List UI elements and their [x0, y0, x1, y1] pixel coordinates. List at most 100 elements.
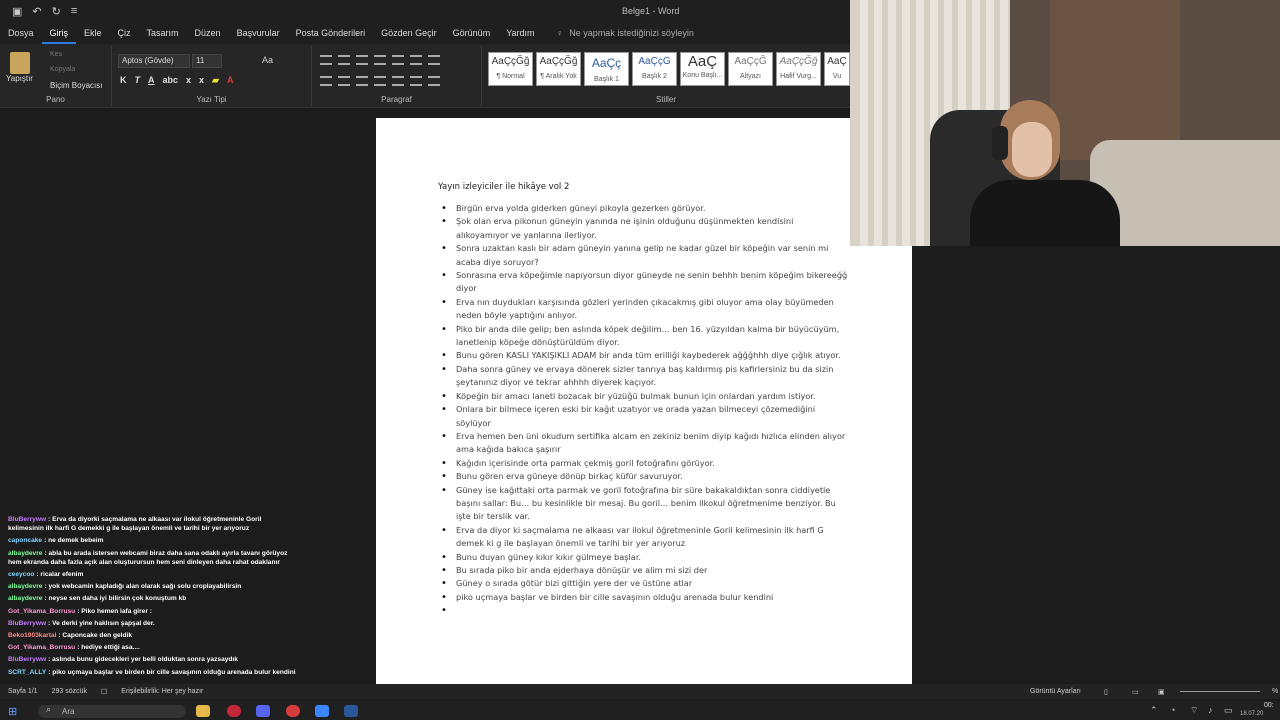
save-icon[interactable]: ▣: [12, 5, 22, 18]
tab-basvurular[interactable]: Başvurular: [229, 22, 288, 44]
accessibility-status[interactable]: Erişilebilirlik: Her şey hazır: [121, 688, 203, 695]
list-item[interactable]: Erva hemen ben üni okudum sertifika alca…: [441, 430, 848, 457]
document-page[interactable]: Yayın izleyiciler ile hikâye vol 2 Birgü…: [376, 118, 912, 684]
style-subtitle[interactable]: AaÇçĞ Altyazı: [728, 52, 773, 86]
zoom-slider[interactable]: [1180, 691, 1260, 692]
font-name-select[interactable]: Aptos (Gövde): [118, 54, 190, 68]
align-right-icon[interactable]: [356, 76, 368, 86]
tab-ekle[interactable]: Ekle: [76, 22, 110, 44]
tab-gorunum[interactable]: Görünüm: [445, 22, 499, 44]
list-item[interactable]: Sonra uzaktan kaslı bir adam güneyin yan…: [441, 242, 848, 269]
clock-date[interactable]: 18.07.20: [1240, 711, 1263, 717]
undo-icon[interactable]: ↶: [32, 5, 41, 18]
list-item[interactable]: Sonrasına erva köpeğimle napıyorsun diyo…: [441, 269, 848, 296]
list-item[interactable]: Daha sonra güney ve ervaya dönerek sizle…: [441, 363, 848, 390]
proofing-icon[interactable]: ☐: [101, 688, 107, 696]
paste-button[interactable]: Yapıştır: [6, 74, 33, 83]
bullets-icon[interactable]: [320, 55, 332, 65]
tab-dosya[interactable]: Dosya: [0, 22, 42, 44]
customize-icon[interactable]: ≡: [71, 5, 77, 18]
battery-icon[interactable]: ▭: [1224, 705, 1233, 716]
print-layout-icon[interactable]: ▭: [1132, 688, 1139, 696]
read-mode-icon[interactable]: ▯: [1104, 688, 1108, 696]
web-layout-icon[interactable]: ▣: [1158, 688, 1165, 696]
justify-icon[interactable]: [374, 76, 386, 86]
align-center-icon[interactable]: [338, 76, 350, 86]
word-icon[interactable]: [344, 705, 358, 717]
list-item[interactable]: Bu sırada piko bir anda ejderhaya dönüşü…: [441, 564, 848, 578]
style-emphasis[interactable]: AaÇ Vu: [824, 52, 850, 86]
wifi-icon[interactable]: ⌔: [1190, 705, 1198, 716]
numbering-icon[interactable]: [338, 55, 350, 65]
tab-gozden-gecir[interactable]: Gözden Geçir: [373, 22, 445, 44]
font-color-icon[interactable]: A: [227, 75, 234, 86]
list-item[interactable]: piko uçmaya başlar ve birden bir cille s…: [441, 591, 848, 605]
zoom-level[interactable]: %: [1272, 688, 1278, 695]
font-size-select[interactable]: 11: [192, 54, 222, 68]
list-item[interactable]: Onlara bir bilmece içeren eski bir kağıt…: [441, 403, 848, 430]
italic-button[interactable]: T: [135, 75, 141, 86]
list-item[interactable]: Bunu gören KASLI YAKIŞIKLI ADAM bir anda…: [441, 349, 848, 363]
app-icon[interactable]: [315, 705, 329, 717]
list-item[interactable]: Bunu duyan güney kıkır kıkır gülmeye baş…: [441, 551, 848, 565]
tell-me-search[interactable]: ♀ Ne yapmak istediğinizi söyleyin: [557, 28, 694, 38]
list-item[interactable]: Bunu gören erva güneye dönüp birkaç küfü…: [441, 470, 848, 484]
bold-button[interactable]: K: [120, 75, 127, 86]
list-item[interactable]: Kağıdın içerisinde orta parmak çekmiş go…: [441, 457, 848, 471]
list-item[interactable]: Erva nın duydukları karşısında gözleri y…: [441, 296, 848, 323]
tray-chevron-icon[interactable]: ⌃: [1150, 705, 1158, 716]
highlight-icon[interactable]: ▰: [212, 75, 219, 86]
borders-icon[interactable]: [428, 76, 440, 86]
list-item[interactable]: Güney o sırada götür bizi gittiğin yere …: [441, 577, 848, 591]
decrease-indent-icon[interactable]: [374, 55, 386, 65]
strikethrough-button[interactable]: abc: [163, 75, 179, 86]
change-case-button[interactable]: Aa: [262, 55, 273, 65]
shading-icon[interactable]: [410, 76, 422, 86]
discord-icon[interactable]: [256, 705, 270, 717]
page-count[interactable]: Sayfa 1/1: [8, 688, 38, 695]
network-icon[interactable]: ◔: [1170, 705, 1175, 715]
document-heading[interactable]: Yayın izleyiciler ile hikâye vol 2: [438, 182, 569, 192]
list-item[interactable]: [441, 604, 848, 617]
windows-start-icon[interactable]: ⊞: [8, 705, 17, 718]
list-item[interactable]: Erva da diyor ki saçmalama ne alkaası va…: [441, 524, 848, 551]
tab-yardim[interactable]: Yardım: [498, 22, 542, 44]
display-settings[interactable]: Görüntü Ayarları: [1030, 688, 1081, 695]
align-left-icon[interactable]: [320, 76, 332, 86]
multilevel-icon[interactable]: [356, 55, 368, 65]
increase-indent-icon[interactable]: [392, 55, 404, 65]
tab-tasarim[interactable]: Tasarım: [139, 22, 187, 44]
underline-button[interactable]: A: [148, 75, 155, 86]
word-count[interactable]: 293 sözcük: [52, 688, 87, 695]
sort-icon[interactable]: [410, 55, 422, 65]
volume-icon[interactable]: ♪: [1208, 705, 1213, 715]
list-item[interactable]: Güney ise kağıttaki orta parmak ve goril…: [441, 484, 848, 524]
list-item[interactable]: Köpeğin bir amacı laneti bozacak bir yüz…: [441, 390, 848, 404]
copy-button[interactable]: Kopyala: [50, 66, 75, 73]
subscript-button[interactable]: x: [186, 75, 191, 86]
superscript-button[interactable]: x: [199, 75, 204, 86]
format-painter-button[interactable]: Biçim Boyacısı: [50, 81, 102, 90]
style-no-spacing[interactable]: AaÇçĞğ ¶ Aralık Yok: [536, 52, 581, 86]
clock-time[interactable]: 00:: [1264, 702, 1274, 709]
list-item[interactable]: Birgün erva yolda giderken güneyi pikoyl…: [441, 202, 848, 216]
obs-icon[interactable]: [286, 705, 300, 717]
opera-icon[interactable]: [227, 705, 241, 717]
line-spacing-icon[interactable]: [392, 76, 404, 86]
style-title[interactable]: AaÇ Konu Başlı...: [680, 52, 725, 86]
bullet-list[interactable]: Birgün erva yolda giderken güneyi pikoyl…: [441, 202, 848, 618]
file-explorer-icon[interactable]: [196, 705, 210, 717]
pilcrow-icon[interactable]: [428, 55, 440, 65]
style-normal[interactable]: AaÇçĞğ ¶ Normal: [488, 52, 533, 86]
tab-duzen[interactable]: Düzen: [187, 22, 229, 44]
style-heading-1[interactable]: AaÇç Başlık 1: [584, 52, 629, 86]
list-item[interactable]: Şok olan erva pikonun güneyin yanında ne…: [441, 215, 848, 242]
paste-icon[interactable]: [10, 52, 30, 74]
taskbar-search[interactable]: Ara: [38, 705, 186, 718]
style-heading-2[interactable]: AaÇçG Başlık 2: [632, 52, 677, 86]
tab-ciz[interactable]: Çiz: [110, 22, 139, 44]
style-subtle-emphasis[interactable]: AaÇçĞğ Hafif Vurg...: [776, 52, 821, 86]
tab-posta[interactable]: Posta Gönderileri: [288, 22, 374, 44]
cut-button[interactable]: Kes: [50, 51, 62, 58]
redo-icon[interactable]: ↻: [52, 5, 61, 18]
